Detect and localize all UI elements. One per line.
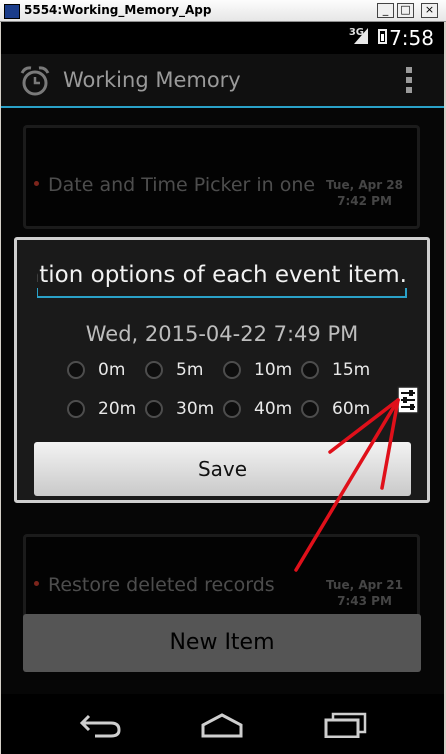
window-title: 5554:Working_Memory_App bbox=[24, 3, 212, 17]
option-40m[interactable]: 40m bbox=[223, 397, 301, 427]
home-icon[interactable] bbox=[199, 712, 245, 738]
radio-button[interactable] bbox=[223, 400, 241, 418]
signal-icon bbox=[354, 28, 368, 44]
option-label: 0m bbox=[98, 360, 126, 380]
status-clock: 7:58 bbox=[389, 26, 434, 50]
event-text-input[interactable]: ation options of each event item. bbox=[37, 256, 407, 298]
option-label: 20m bbox=[98, 399, 137, 419]
option-label: 5m bbox=[176, 360, 204, 380]
reminder-dialog: ation options of each event item. Wed, 2… bbox=[14, 237, 430, 503]
date-time-label[interactable]: Wed, 2015-04-22 7:49 PM bbox=[17, 322, 427, 346]
option-15m[interactable]: 15m bbox=[301, 358, 379, 388]
radio-button[interactable] bbox=[145, 400, 163, 418]
radio-button[interactable] bbox=[67, 361, 85, 379]
option-label: 30m bbox=[176, 399, 215, 419]
radio-button[interactable] bbox=[301, 361, 319, 379]
option-30m[interactable]: 30m bbox=[145, 397, 223, 427]
option-label: 15m bbox=[332, 360, 371, 380]
battery-icon bbox=[378, 29, 387, 44]
close-button[interactable]: × bbox=[421, 3, 438, 18]
maximize-button[interactable]: □ bbox=[397, 3, 414, 18]
navigation-bar bbox=[1, 694, 444, 754]
input-edge-left bbox=[37, 288, 38, 296]
settings-sliders-icon[interactable] bbox=[397, 386, 419, 414]
back-icon[interactable] bbox=[79, 712, 123, 738]
radio-button[interactable] bbox=[223, 361, 241, 379]
option-5m[interactable]: 5m bbox=[145, 358, 223, 388]
window-titlebar: 5554:Working_Memory_App _ □ × bbox=[0, 0, 446, 22]
option-label: 40m bbox=[254, 399, 293, 419]
recent-apps-icon[interactable] bbox=[323, 712, 369, 738]
window-app-icon bbox=[4, 4, 20, 19]
option-60m[interactable]: 60m bbox=[301, 397, 379, 427]
action-bar: Working Memory bbox=[1, 54, 444, 108]
option-label: 10m bbox=[254, 360, 293, 380]
save-button[interactable]: Save bbox=[34, 442, 411, 496]
option-20m[interactable]: 20m bbox=[67, 397, 145, 427]
app-title: Working Memory bbox=[63, 68, 241, 92]
option-label: 60m bbox=[332, 399, 371, 419]
event-text-value: ation options of each event item. bbox=[37, 262, 407, 288]
input-edge-right bbox=[405, 288, 407, 296]
status-bar: 3G 7:58 bbox=[1, 22, 444, 54]
new-item-button[interactable]: New Item bbox=[23, 614, 421, 672]
minimize-button[interactable]: _ bbox=[377, 3, 394, 18]
radio-button[interactable] bbox=[145, 361, 163, 379]
radio-button[interactable] bbox=[301, 400, 319, 418]
radio-button[interactable] bbox=[67, 400, 85, 418]
option-10m[interactable]: 10m bbox=[223, 358, 301, 388]
alarm-clock-icon[interactable] bbox=[18, 64, 52, 98]
overflow-menu-icon[interactable] bbox=[406, 67, 412, 93]
option-0m[interactable]: 0m bbox=[67, 358, 145, 388]
